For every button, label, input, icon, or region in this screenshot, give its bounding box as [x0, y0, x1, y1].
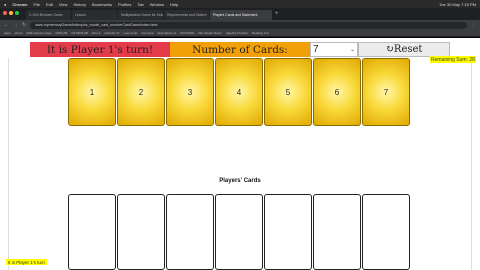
menu-item-edit[interactable]: Edit — [46, 2, 53, 7]
bookmark-item[interactable]: Algebra Practice — [226, 31, 248, 35]
bookmark-item[interactable]: Coursera — [141, 31, 153, 35]
menu-item-window[interactable]: Window — [150, 2, 164, 7]
number-card[interactable]: 5 — [264, 58, 312, 126]
number-card[interactable]: 3 — [166, 58, 214, 126]
bookmark-item[interactable]: Entertainment — [158, 31, 177, 35]
card-count-label: Number of Cards: — [170, 42, 310, 57]
close-window-icon[interactable] — [3, 11, 7, 15]
bookmark-item[interactable]: Zoom — [15, 31, 23, 35]
number-card[interactable]: 1 — [68, 58, 116, 126]
back-icon[interactable]: ← — [4, 22, 9, 28]
player-card-slot[interactable] — [362, 194, 410, 270]
remaining-sum: Remaining Sum: 28 — [430, 56, 476, 63]
browser-tab[interactable]: Requirements and Statem — [164, 10, 209, 20]
menu-item-profiles[interactable]: Profiles — [118, 2, 131, 7]
menu-item-history[interactable]: History — [74, 2, 86, 7]
game-page: It is Player 1's turn! Number of Cards: … — [0, 38, 480, 270]
browser-tab[interactable]: Multiplication Game for Kids — [118, 10, 163, 20]
players-cards-title: Players' Cards — [219, 178, 261, 184]
turn-banner: It is Player 1's turn! — [30, 42, 170, 57]
player-card-slot[interactable] — [117, 194, 165, 270]
menu-item-tab[interactable]: Tab — [137, 2, 143, 7]
number-card[interactable]: 7 — [362, 58, 410, 126]
new-tab-icon[interactable]: + — [275, 11, 279, 17]
reset-button[interactable]: ↻Reset — [358, 42, 450, 57]
card-count-value: 7 — [313, 44, 319, 55]
browser-tab-active[interactable]: Players Cards and Statement — [210, 10, 272, 20]
menu-item-bookmarks[interactable]: Bookmarks — [92, 2, 112, 7]
bookmark-item[interactable]: MATLAB — [56, 31, 68, 35]
extensions-icon[interactable]: ⋮ — [471, 22, 476, 28]
browser-tab[interactable]: C-Grid Browser Game — [26, 10, 71, 20]
bookmark-item[interactable]: DOCKING — [180, 31, 194, 35]
bookmark-item[interactable]: Reading List — [252, 31, 269, 35]
bookmark-item[interactable]: C# MATLAB — [71, 31, 87, 35]
player-card-slot[interactable] — [215, 194, 263, 270]
player-card-slot[interactable] — [68, 194, 116, 270]
maximize-window-icon[interactable] — [15, 11, 19, 15]
screen: ● Chrome File Edit View History Bookmark… — [0, 0, 480, 270]
menu-clock: Tue 30 May 7:15 PM — [439, 1, 476, 7]
address-bar: ← → ↻ www.mymemoryGame/indexplus_model_c… — [0, 20, 480, 30]
bookmark-item[interactable]: Dev Studio Room — [198, 31, 222, 35]
number-card[interactable]: 4 — [215, 58, 263, 126]
tab-strip: C-Grid Browser Game Lesson Multiplicatio… — [0, 8, 480, 20]
menu-item-view[interactable]: View — [59, 2, 68, 7]
bookmarks-bar: Apps Zoom Math Games Hous MATLAB C# MATL… — [0, 30, 480, 37]
apple-icon[interactable]: ● — [4, 2, 6, 7]
reload-icon[interactable]: ↻ — [22, 22, 26, 28]
chevron-down-icon: ⌄ — [349, 47, 355, 53]
menu-item-help[interactable]: Help — [170, 2, 178, 7]
forward-icon[interactable]: → — [13, 22, 18, 28]
minimize-window-icon[interactable] — [9, 11, 13, 15]
url-input[interactable]: www.mymemoryGame/indexplus_model_card_nu… — [30, 21, 467, 29]
bookmark-item[interactable]: Intro 4 — [92, 31, 101, 35]
mac-menu-bar: ● Chrome File Edit View History Bookmark… — [0, 0, 480, 8]
bookmark-item[interactable]: Apps — [4, 31, 11, 35]
player-card-slot[interactable] — [264, 194, 312, 270]
player-card-slot[interactable] — [313, 194, 361, 270]
number-card[interactable]: 6 — [313, 58, 361, 126]
number-card[interactable]: 2 — [117, 58, 165, 126]
menu-app-name[interactable]: Chrome — [12, 2, 27, 7]
card-count-select[interactable]: 7 ⌄ — [310, 42, 358, 57]
turn-status: It is Player 1's turn — [6, 259, 47, 265]
menu-item-file[interactable]: File — [34, 2, 40, 7]
bookmark-item[interactable]: Calculus IV — [104, 31, 119, 35]
window-controls — [3, 11, 19, 15]
bookmark-item[interactable]: Math Games Hous — [27, 31, 52, 35]
player-card-slot[interactable] — [166, 194, 214, 270]
bookmark-item[interactable]: Leet Code — [123, 31, 137, 35]
browser-tab[interactable]: Lesson — [72, 10, 117, 20]
